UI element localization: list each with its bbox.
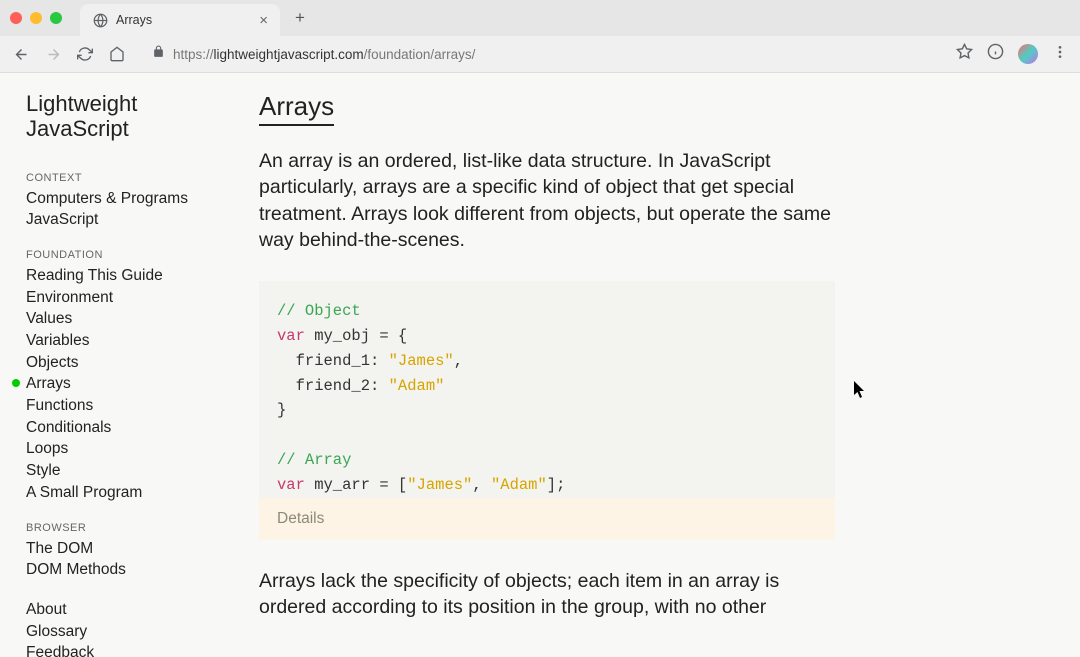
browser-tab[interactable]: Arrays × [80, 4, 280, 36]
new-tab-button[interactable]: + [286, 4, 314, 32]
home-button[interactable] [108, 45, 126, 63]
close-window-button[interactable] [10, 12, 22, 24]
sidebar-item-objects[interactable]: Objects [26, 352, 209, 374]
sidebar-item-conditionals[interactable]: Conditionals [26, 417, 209, 439]
page-title: Arrays [259, 91, 334, 126]
sidebar: LightweightJavaScript CONTEXT Computers … [0, 73, 235, 657]
details-toggle[interactable]: Details [259, 498, 835, 540]
address-bar[interactable]: https://lightweightjavascript.com/founda… [140, 40, 942, 68]
sidebar-item-javascript[interactable]: JavaScript [26, 209, 209, 231]
close-tab-icon[interactable]: × [259, 12, 268, 29]
minimize-window-button[interactable] [30, 12, 42, 24]
globe-icon [92, 12, 108, 28]
sidebar-item-reading-this-guide[interactable]: Reading This Guide [26, 265, 209, 287]
page-content: LightweightJavaScript CONTEXT Computers … [0, 73, 1080, 657]
sidebar-item-about[interactable]: About [26, 599, 209, 621]
nav-header-foundation: FOUNDATION [26, 249, 209, 261]
sidebar-item-values[interactable]: Values [26, 308, 209, 330]
sidebar-item-dom-methods[interactable]: DOM Methods [26, 559, 209, 581]
url-text: https://lightweightjavascript.com/founda… [173, 47, 475, 62]
sidebar-item-feedback[interactable]: Feedback [26, 642, 209, 657]
maximize-window-button[interactable] [50, 12, 62, 24]
sidebar-item-computers-programs[interactable]: Computers & Programs [26, 188, 209, 210]
tab-title: Arrays [116, 13, 251, 27]
intro-paragraph: An array is an ordered, list-like data s… [259, 148, 835, 253]
nav-header-context: CONTEXT [26, 172, 209, 184]
sidebar-item-glossary[interactable]: Glossary [26, 621, 209, 643]
browser-chrome: Arrays × + https://lightweightjavascript… [0, 0, 1080, 73]
bookmark-icon[interactable] [956, 43, 973, 65]
sidebar-item-loops[interactable]: Loops [26, 438, 209, 460]
code-block: // Object var my_obj = { friend_1: "Jame… [259, 281, 835, 497]
info-icon[interactable] [987, 43, 1004, 65]
window-controls [10, 12, 62, 24]
forward-button[interactable] [44, 45, 62, 63]
lock-icon [152, 45, 165, 63]
menu-icon[interactable] [1052, 44, 1068, 65]
avatar[interactable] [1018, 44, 1038, 64]
nav-header-browser: BROWSER [26, 522, 209, 534]
sidebar-item-the-dom[interactable]: The DOM [26, 538, 209, 560]
sidebar-item-a-small-program[interactable]: A Small Program [26, 482, 209, 504]
tab-bar: Arrays × + [0, 0, 1080, 36]
sidebar-item-functions[interactable]: Functions [26, 395, 209, 417]
sidebar-item-arrays[interactable]: Arrays [26, 373, 209, 395]
browser-toolbar: https://lightweightjavascript.com/founda… [0, 36, 1080, 72]
toolbar-right [956, 43, 1068, 65]
reload-button[interactable] [76, 45, 94, 63]
main-content: Arrays An array is an ordered, list-like… [235, 73, 875, 657]
outro-paragraph: Arrays lack the specificity of objects; … [259, 568, 835, 621]
sidebar-item-environment[interactable]: Environment [26, 287, 209, 309]
back-button[interactable] [12, 45, 30, 63]
sidebar-item-style[interactable]: Style [26, 460, 209, 482]
site-title[interactable]: LightweightJavaScript [26, 91, 209, 142]
sidebar-item-variables[interactable]: Variables [26, 330, 209, 352]
